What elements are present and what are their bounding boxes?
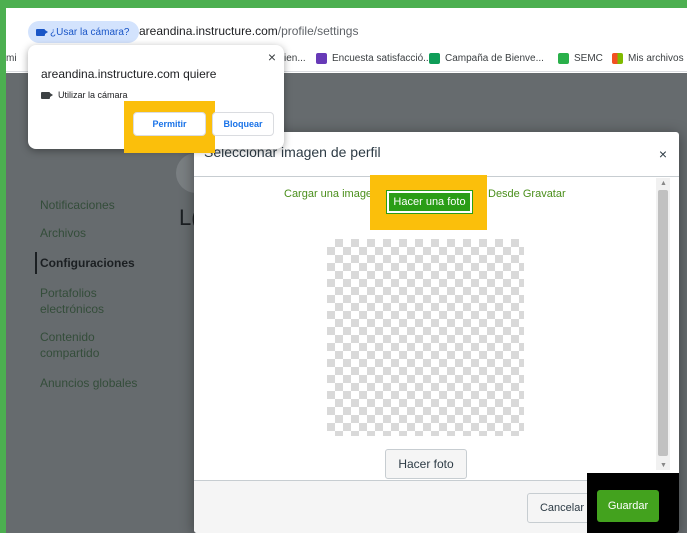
sidebar-item-shared-content[interactable]: Contenido compartido <box>40 329 140 361</box>
dialog-footer: Cancelar Guardar <box>194 473 679 533</box>
camera-icon <box>41 91 53 99</box>
tab-gravatar[interactable]: Desde Gravatar <box>488 188 566 200</box>
bookmark-label: Campaña de Bienve... <box>445 53 544 64</box>
browser-window: ¿Usar la cámara? areandina.instructure.c… <box>6 8 687 533</box>
tab-upload-image[interactable]: Cargar una imagen <box>284 188 378 200</box>
bookmark-item[interactable]: ien... <box>284 53 306 64</box>
take-photo-button[interactable]: Hacer foto <box>385 449 467 479</box>
bookmark-item[interactable]: mi <box>6 53 17 64</box>
save-button[interactable]: Guardar <box>597 490 659 522</box>
bookmark-label: Encuesta satisfacció... <box>332 53 432 64</box>
profile-picture-dialog: Seleccionar imagen de perfil × Cargar un… <box>194 132 679 533</box>
microsoft-icon <box>612 53 623 64</box>
address-bar: ¿Usar la cámara? areandina.instructure.c… <box>6 8 687 44</box>
bookmark-item[interactable]: Mis archivos <box>612 53 684 64</box>
close-icon[interactable]: × <box>268 49 276 65</box>
sites-icon <box>429 53 440 64</box>
bookmark-item[interactable]: Campaña de Bienve... <box>429 53 544 64</box>
bookmark-label: mi <box>6 53 17 64</box>
permission-request: Utilizar la cámara <box>41 90 128 100</box>
sidebar-item-eportfolios[interactable]: Portafolios electrónicos <box>40 285 140 317</box>
block-button[interactable]: Bloquear <box>212 112 274 136</box>
scrollbar-thumb[interactable] <box>658 190 668 456</box>
camera-preview <box>327 239 524 436</box>
bookmark-item[interactable]: Encuesta satisfacció... <box>316 53 432 64</box>
camera-chip-label: ¿Usar la cámara? <box>50 26 130 38</box>
camera-permission-chip[interactable]: ¿Usar la cámara? <box>28 21 140 43</box>
sidebar-item-notifications[interactable]: Notificaciones <box>40 197 115 213</box>
camera-icon <box>36 28 48 36</box>
sidebar-item-files[interactable]: Archivos <box>40 225 86 241</box>
sidebar-item-settings[interactable]: Configuraciones <box>40 255 135 271</box>
forms-icon <box>316 53 327 64</box>
url-path: /profile/settings <box>277 24 359 38</box>
permission-title: areandina.instructure.com quiere <box>41 67 217 81</box>
bookmark-label: SEMC <box>574 53 603 64</box>
close-icon[interactable]: × <box>659 146 667 162</box>
url-domain: areandina.instructure.com <box>139 24 278 38</box>
semc-icon <box>558 53 569 64</box>
allow-button[interactable]: Permitir <box>133 112 206 136</box>
scroll-up-icon[interactable]: ▲ <box>660 180 667 187</box>
active-indicator <box>35 252 37 274</box>
url-field[interactable]: areandina.instructure.com/profile/settin… <box>139 24 358 38</box>
camera-permission-popup: areandina.instructure.com quiere × Utili… <box>28 45 284 153</box>
tab-take-photo[interactable]: Hacer una foto <box>386 190 473 214</box>
bookmark-label: Mis archivos <box>628 53 684 64</box>
permission-camera-label: Utilizar la cámara <box>58 90 128 100</box>
bookmark-label: ien... <box>284 53 306 64</box>
sidebar-item-global-announcements[interactable]: Anuncios globales <box>40 375 137 391</box>
bookmark-item[interactable]: SEMC <box>558 53 603 64</box>
scroll-down-icon[interactable]: ▼ <box>660 462 667 469</box>
